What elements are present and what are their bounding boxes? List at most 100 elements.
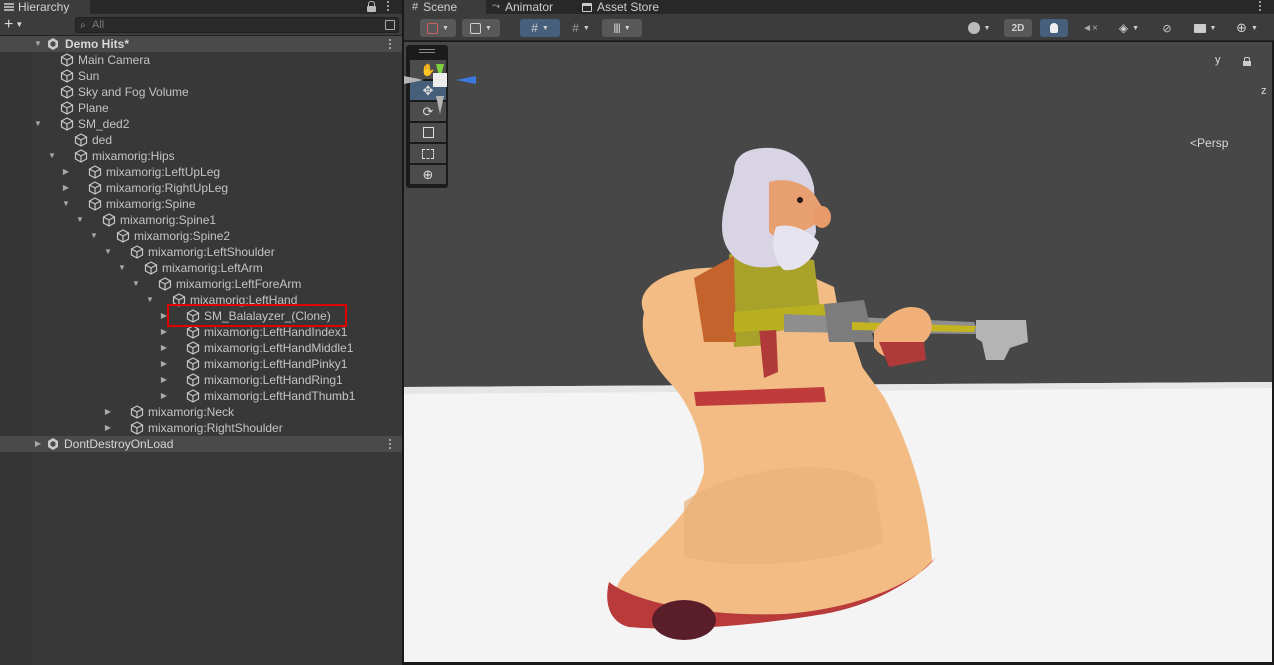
tree-item[interactable]: ▶ mixamorig:LeftHandRing1 [0,372,402,388]
increment-snap-dropdown[interactable]: # ▼ [564,19,598,37]
render-mode-dropdown[interactable]: ▼ [462,19,500,37]
tree-item[interactable]: ▼ mixamorig:LeftArm [0,260,402,276]
view-options-dropdown[interactable]: |||| ▼ [602,19,642,37]
hierarchy-toolbar: + ▼ ⌕ [0,14,402,36]
collapse-arrow-icon[interactable]: ▼ [74,212,86,228]
gameobject-cube-icon [60,101,74,115]
collapse-arrow-icon[interactable]: ▼ [32,116,44,132]
tree-item[interactable]: ▶ mixamorig:LeftHandPinky1 [0,356,402,372]
expand-arrow-icon[interactable]: ▶ [102,420,114,436]
hierarchy-tab[interactable]: Hierarchy [0,0,90,14]
collapse-arrow-icon[interactable]: ▼ [144,292,156,308]
expand-arrow-icon[interactable]: ▶ [158,356,170,372]
transform-tool-button[interactable]: ⊕ [410,165,446,184]
grid-snap-icon: # [531,21,538,35]
lock-icon[interactable] [367,1,376,12]
tree-item-label: Sun [78,69,100,83]
search-input[interactable] [92,18,382,32]
gameobject-cube-icon [130,405,144,419]
scene-menu-icon[interactable] [388,39,392,49]
panel-menu-icon[interactable] [386,1,390,11]
tree-item[interactable]: ▶ mixamorig:RightUpLeg [0,180,402,196]
tree-item[interactable]: ▼ mixamorig:LeftForeArm [0,276,402,292]
camera-settings-dropdown[interactable]: ▼ [1186,19,1224,37]
gizmo-z-arrow[interactable] [456,76,476,84]
scene-visibility-toggle[interactable]: ⊘ [1154,19,1180,37]
tree-item[interactable]: ▶ mixamorig:LeftHandThumb1 [0,388,402,404]
tree-item-label: mixamorig:Neck [148,405,235,419]
hierarchy-tree: ▼ Demo Hits* Main Camera Sun Sky and Fog V… [0,36,402,665]
cube-icon [470,22,482,34]
gameobject-cube-icon [130,421,144,435]
scene-row-demo-hits[interactable]: ▼ Demo Hits* [0,36,402,52]
audio-muted-icon: ◄× [1082,22,1098,34]
tree-item[interactable]: ded [0,132,402,148]
collapse-arrow-icon[interactable]: ▼ [102,244,114,260]
collapse-arrow-icon[interactable]: ▼ [60,196,72,212]
lighting-toggle[interactable] [1040,19,1068,37]
draw-mode-dropdown[interactable]: ▼ [420,19,456,37]
gameobject-cube-icon [186,341,200,355]
expand-arrow-icon[interactable]: ▶ [60,164,72,180]
tree-item[interactable]: ▼ mixamorig:Spine2 [0,228,402,244]
collapse-arrow-icon[interactable]: ▼ [46,148,58,164]
expand-arrow-icon[interactable]: ▶ [158,372,170,388]
chevron-left-icon: < [1190,136,1198,150]
expand-arrow-icon[interactable]: ▶ [158,340,170,356]
scene-row-dontdestroyonload[interactable]: ▶ DontDestroyOnLoad [0,436,402,452]
collapse-arrow-icon[interactable]: ▼ [130,276,142,292]
grid-snapping-toggle[interactable]: # ▼ [520,19,560,37]
gameobject-cube-icon [130,245,144,259]
gameobject-cube-icon [144,261,158,275]
effects-dropdown[interactable]: ◈ ▼ [1110,19,1148,37]
tree-item-label: mixamorig:LeftHandMiddle1 [204,341,354,355]
orientation-gizmo[interactable] [404,42,476,152]
gizmo-lock-icon[interactable] [1243,57,1251,66]
tree-item[interactable]: ▼ mixamorig:LeftShoulder [0,244,402,260]
toggle-2d-button[interactable]: 2D [1004,19,1032,37]
tree-item[interactable]: ▼ mixamorig:Spine1 [0,212,402,228]
tree-item-label: SM_ded2 [78,117,130,131]
tree-item[interactable]: ▶ mixamorig:LeftUpLeg [0,164,402,180]
tree-item[interactable]: Main Camera [0,52,402,68]
gameobject-cube-icon [186,357,200,371]
tab-animator[interactable]: ⤳ Animator [492,0,553,14]
tree-item[interactable]: ▶ mixamorig:RightShoulder [0,420,402,436]
tree-item-label: Sky and Fog Volume [78,85,189,99]
tab-scene-label: Scene [423,0,458,14]
tab-scene[interactable]: # Scene [404,0,486,14]
character-boot [652,600,716,640]
collapse-arrow-icon[interactable]: ▼ [116,260,128,276]
gameobject-cube-icon [74,133,88,147]
expand-arrow-icon[interactable]: ▶ [102,404,114,420]
panel-menu-icon[interactable] [1258,1,1262,11]
gizmos-dropdown[interactable]: ⊕ ▼ [1228,19,1266,37]
tree-item[interactable]: ▼ mixamorig:Hips [0,148,402,164]
tree-item[interactable]: ▼ mixamorig:Spine [0,196,402,212]
tree-item[interactable]: Sun [0,68,402,84]
tree-item[interactable]: Plane [0,100,402,116]
tab-asset-store-label: Asset Store [597,0,660,14]
tab-animator-label: Animator [505,0,554,14]
add-object-button[interactable]: + ▼ [4,17,32,33]
audio-toggle[interactable]: ◄× [1076,19,1104,37]
tree-item[interactable]: Sky and Fog Volume [0,84,402,100]
add-button-label: + [4,16,14,33]
expand-arrow-icon[interactable]: ▶ [60,180,72,196]
list-icon [4,3,14,11]
tree-item[interactable]: ▼ SM_ded2 [0,116,402,132]
scene-viewport[interactable]: ✋ ✥ ⟳ ⊕ y z <Persp [404,42,1272,662]
gizmo-center-cube[interactable] [433,73,447,87]
collapse-arrow-icon[interactable]: ▼ [88,228,100,244]
projection-toggle[interactable]: <Persp [1190,136,1228,150]
tree-item-label: mixamorig:LeftForeArm [176,277,302,291]
tree-item[interactable]: ▶ mixamorig:LeftHandMiddle1 [0,340,402,356]
filter-icon[interactable] [385,20,395,30]
tab-asset-store[interactable]: Asset Store [582,0,659,14]
shading-mode-dropdown[interactable]: ▼ [960,19,998,37]
expand-arrow-icon[interactable]: ▼ [32,36,44,52]
tree-item[interactable]: ▶ mixamorig:Neck [0,404,402,420]
expand-arrow-icon[interactable]: ▶ [32,436,44,452]
scene-menu-icon[interactable] [388,439,392,449]
expand-arrow-icon[interactable]: ▶ [158,388,170,404]
